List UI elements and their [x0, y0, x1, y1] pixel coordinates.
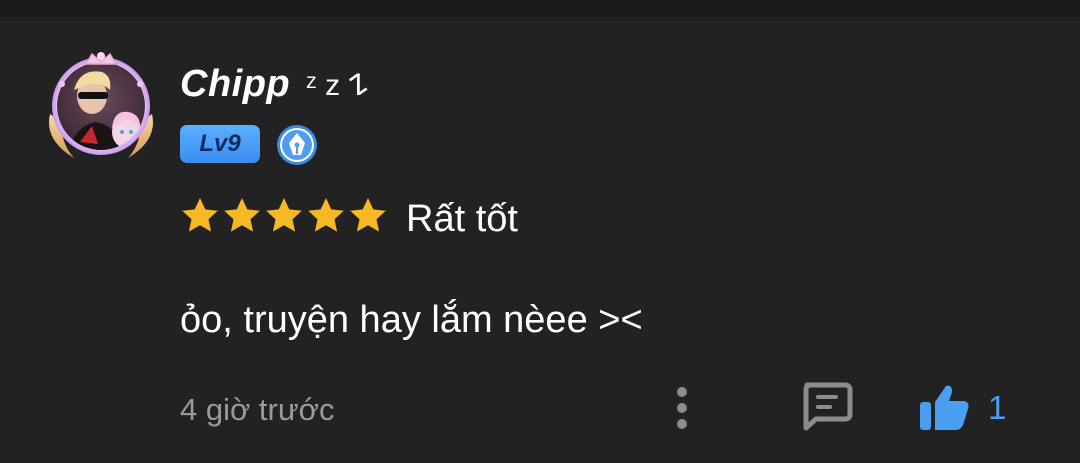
rating-label: Rất tốt: [406, 198, 518, 240]
timestamp: 4 giờ trước: [180, 392, 335, 427]
comment-text: ỏo, truyện hay lắm nèee ><: [180, 299, 643, 341]
level-badge: Lv9: [180, 125, 260, 163]
rating-stars: [180, 196, 388, 240]
star-icon: [266, 198, 302, 232]
star-icon: [308, 198, 344, 232]
top-divider: [0, 0, 1080, 17]
username[interactable]: Chipp: [180, 62, 290, 106]
avatar-image: [49, 52, 153, 158]
like-count: 1: [988, 389, 1007, 426]
reply-button[interactable]: [798, 380, 854, 432]
thumbs-up-icon: [920, 385, 969, 430]
more-vertical-icon: [677, 387, 687, 429]
star-icon: [224, 198, 260, 232]
star-icon: [350, 198, 386, 232]
like-button[interactable]: 1: [916, 384, 1016, 434]
comment-icon: [803, 382, 853, 431]
pen-nib-icon: [276, 124, 318, 166]
star-icon: [182, 198, 218, 232]
username-suffix: ᶻ z 𐰁: [306, 69, 369, 102]
more-options-button[interactable]: [664, 384, 700, 432]
avatar[interactable]: [40, 44, 162, 166]
